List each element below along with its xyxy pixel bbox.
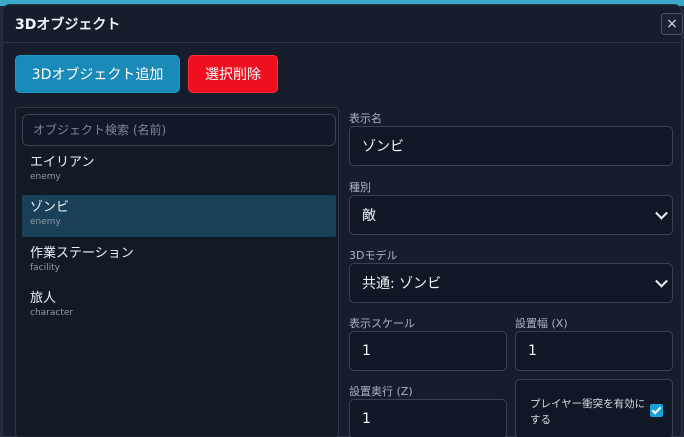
list-item-type: facility: [30, 263, 60, 273]
list-item-name: 旅人: [30, 291, 57, 306]
add-object-button[interactable]: 3Dオブジェクト追加: [15, 55, 180, 93]
width-label: 設置幅 (X): [515, 317, 568, 330]
object-search-input[interactable]: [22, 114, 336, 146]
collision-toggle-label: プレイヤー衝突を有効にする: [530, 398, 646, 426]
kind-select[interactable]: 敵: [349, 195, 673, 235]
width-input[interactable]: 1: [515, 331, 673, 371]
close-button[interactable]: ×: [661, 13, 683, 35]
list-item-name: エイリアン: [30, 155, 95, 170]
list-item-type: enemy: [30, 172, 61, 182]
list-item[interactable]: エイリアン enemy: [22, 150, 336, 192]
list-item-type: character: [30, 308, 74, 318]
list-item[interactable]: 旅人 character: [22, 286, 336, 328]
dialog-title: 3Dオブジェクト: [15, 17, 121, 33]
chevron-down-icon: [655, 206, 668, 220]
list-item[interactable]: 作業ステーション facility: [22, 241, 336, 283]
depth-input[interactable]: 1: [349, 399, 507, 437]
kind-label: 種別: [349, 181, 371, 194]
display-name-field[interactable]: ゾンビ: [349, 126, 673, 166]
delete-selected-button[interactable]: 選択削除: [188, 55, 278, 93]
chevron-down-icon: [655, 274, 668, 288]
collision-checkbox[interactable]: [650, 404, 663, 417]
list-item-type: enemy: [30, 217, 61, 227]
object-list-panel: エイリアン enemy ゾンビ enemy 作業ステーション facility …: [15, 107, 339, 437]
model-select[interactable]: 共通: ゾンビ: [349, 263, 673, 303]
model-select-value: 共通: ゾンビ: [362, 276, 442, 292]
dialog-title-bar: 3Dオブジェクト ×: [3, 5, 683, 43]
list-item[interactable]: ゾンビ enemy: [22, 195, 336, 237]
model-label: 3Dモデル: [349, 249, 398, 262]
scale-label: 表示スケール: [349, 317, 415, 330]
list-item-name: ゾンビ: [30, 200, 70, 215]
object-dialog: 3Dオブジェクト × 3Dオブジェクト追加 選択削除 エイリアン enemy ゾ…: [2, 4, 683, 437]
collision-toggle[interactable]: プレイヤー衝突を有効にする: [515, 379, 673, 437]
scale-input[interactable]: 1: [349, 331, 507, 371]
display-name-label: 表示名: [349, 112, 382, 125]
kind-select-value: 敵: [362, 208, 376, 224]
list-item-name: 作業ステーション: [30, 246, 134, 261]
depth-label: 設置奥行 (Z): [349, 385, 413, 398]
